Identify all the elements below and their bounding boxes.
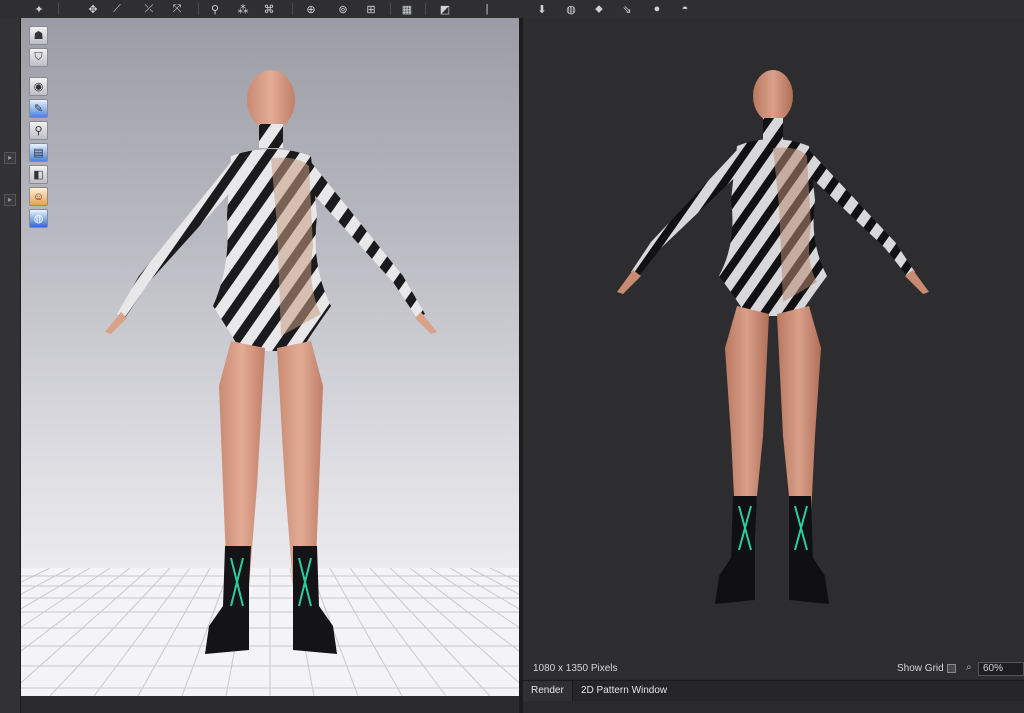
avatar-figure-3d[interactable] [81, 66, 461, 666]
toolbar-divider-icon: | [485, 3, 489, 15]
show-grid-label: Show Grid [897, 663, 944, 674]
viewport-toolbar: ☗ ⛉ ◉ ✎ ⚲ ▤ ◧ ☺ ◍ [29, 26, 51, 231]
camera-icon[interactable]: ◉ [29, 77, 48, 96]
show-grid-checkbox[interactable] [947, 664, 956, 673]
toolbar-separator [58, 3, 59, 15]
color-picker-icon[interactable]: ▤ [29, 143, 48, 162]
zoom-input[interactable]: 60% [978, 662, 1024, 676]
fabric-icon[interactable]: ▦ [398, 1, 416, 17]
fold-alt-icon[interactable]: ⤫ [140, 1, 158, 17]
toolbar-separator [390, 3, 391, 15]
tab-2d-pattern-window[interactable]: 2D Pattern Window [573, 681, 675, 701]
arrow-down-icon[interactable]: ⬇ [533, 1, 551, 17]
avatar-display-icon[interactable]: ☗ [29, 26, 48, 45]
tab-render[interactable]: Render [523, 681, 573, 701]
button-icon[interactable]: ⊕ [302, 1, 320, 17]
sphere-icon[interactable]: ◍ [562, 1, 580, 17]
hole-icon[interactable]: ⊚ [334, 1, 352, 17]
collapse-arrow-icon[interactable]: ▸ [4, 152, 16, 164]
toolbar-separator [292, 3, 293, 15]
texture-icon[interactable]: ⊞ [362, 1, 380, 17]
left-side-panel: ▸ ▸ [0, 18, 21, 713]
3d-garment-viewport[interactable]: ☗ ⛉ ◉ ✎ ⚲ ▤ ◧ ☺ ◍ [21, 18, 519, 696]
garment-display-icon[interactable]: ⛉ [29, 48, 48, 67]
light-icon[interactable]: ⇘ [618, 1, 636, 17]
light-bulb-icon[interactable]: ⚲ [29, 121, 48, 140]
edit-avatar-icon[interactable]: ⤧ [168, 1, 186, 17]
shading-icon[interactable]: ◧ [29, 165, 48, 184]
pose-icon[interactable]: ✦ [30, 1, 48, 17]
viewport-footer [21, 696, 519, 713]
pins-icon[interactable]: ⚲ [206, 1, 224, 17]
rendered-avatar-image [617, 70, 929, 604]
render-preview-panel [523, 18, 1024, 661]
environment-globe-icon[interactable]: ◍ [29, 209, 48, 228]
move-icon[interactable]: ✥ [84, 1, 102, 17]
toolbar-separator [198, 3, 199, 15]
light-bulb-small-icon[interactable]: ● [648, 1, 666, 17]
arrange-icon[interactable]: ⬥ [590, 1, 608, 17]
brush-icon[interactable]: ✎ [29, 99, 48, 118]
add-point-icon[interactable]: ⌘ [260, 1, 278, 17]
dome-icon[interactable]: ◓ [676, 1, 694, 17]
zoom-icon: ⌕ [966, 662, 972, 673]
toolbar-separator [425, 3, 426, 15]
skin-avatar-icon[interactable]: ☺ [29, 187, 48, 206]
bottom-tab-bar: Render 2D Pattern Window [523, 680, 1024, 701]
multiple-select-icon[interactable]: ⁂ [234, 1, 252, 17]
shade-icon[interactable]: ◩ [436, 1, 454, 17]
render-status-bar: 1080 x 1350 Pixels Show Grid ⌕ 60% [523, 661, 1024, 679]
render-size-label: 1080 x 1350 Pixels [533, 663, 618, 674]
fold-icon[interactable]: ⟋ [108, 1, 126, 17]
collapse-arrow-icon[interactable]: ▸ [4, 194, 16, 206]
main-toolbar: ✦ ✥ ⟋ ⤫ ⤧ ⚲ ⁂ ⌘ ⊕ ⊚ ⊞ ▦ ◩ | ⬇ ◍ ⬥ ⇘ ● ◓ [0, 0, 1024, 19]
